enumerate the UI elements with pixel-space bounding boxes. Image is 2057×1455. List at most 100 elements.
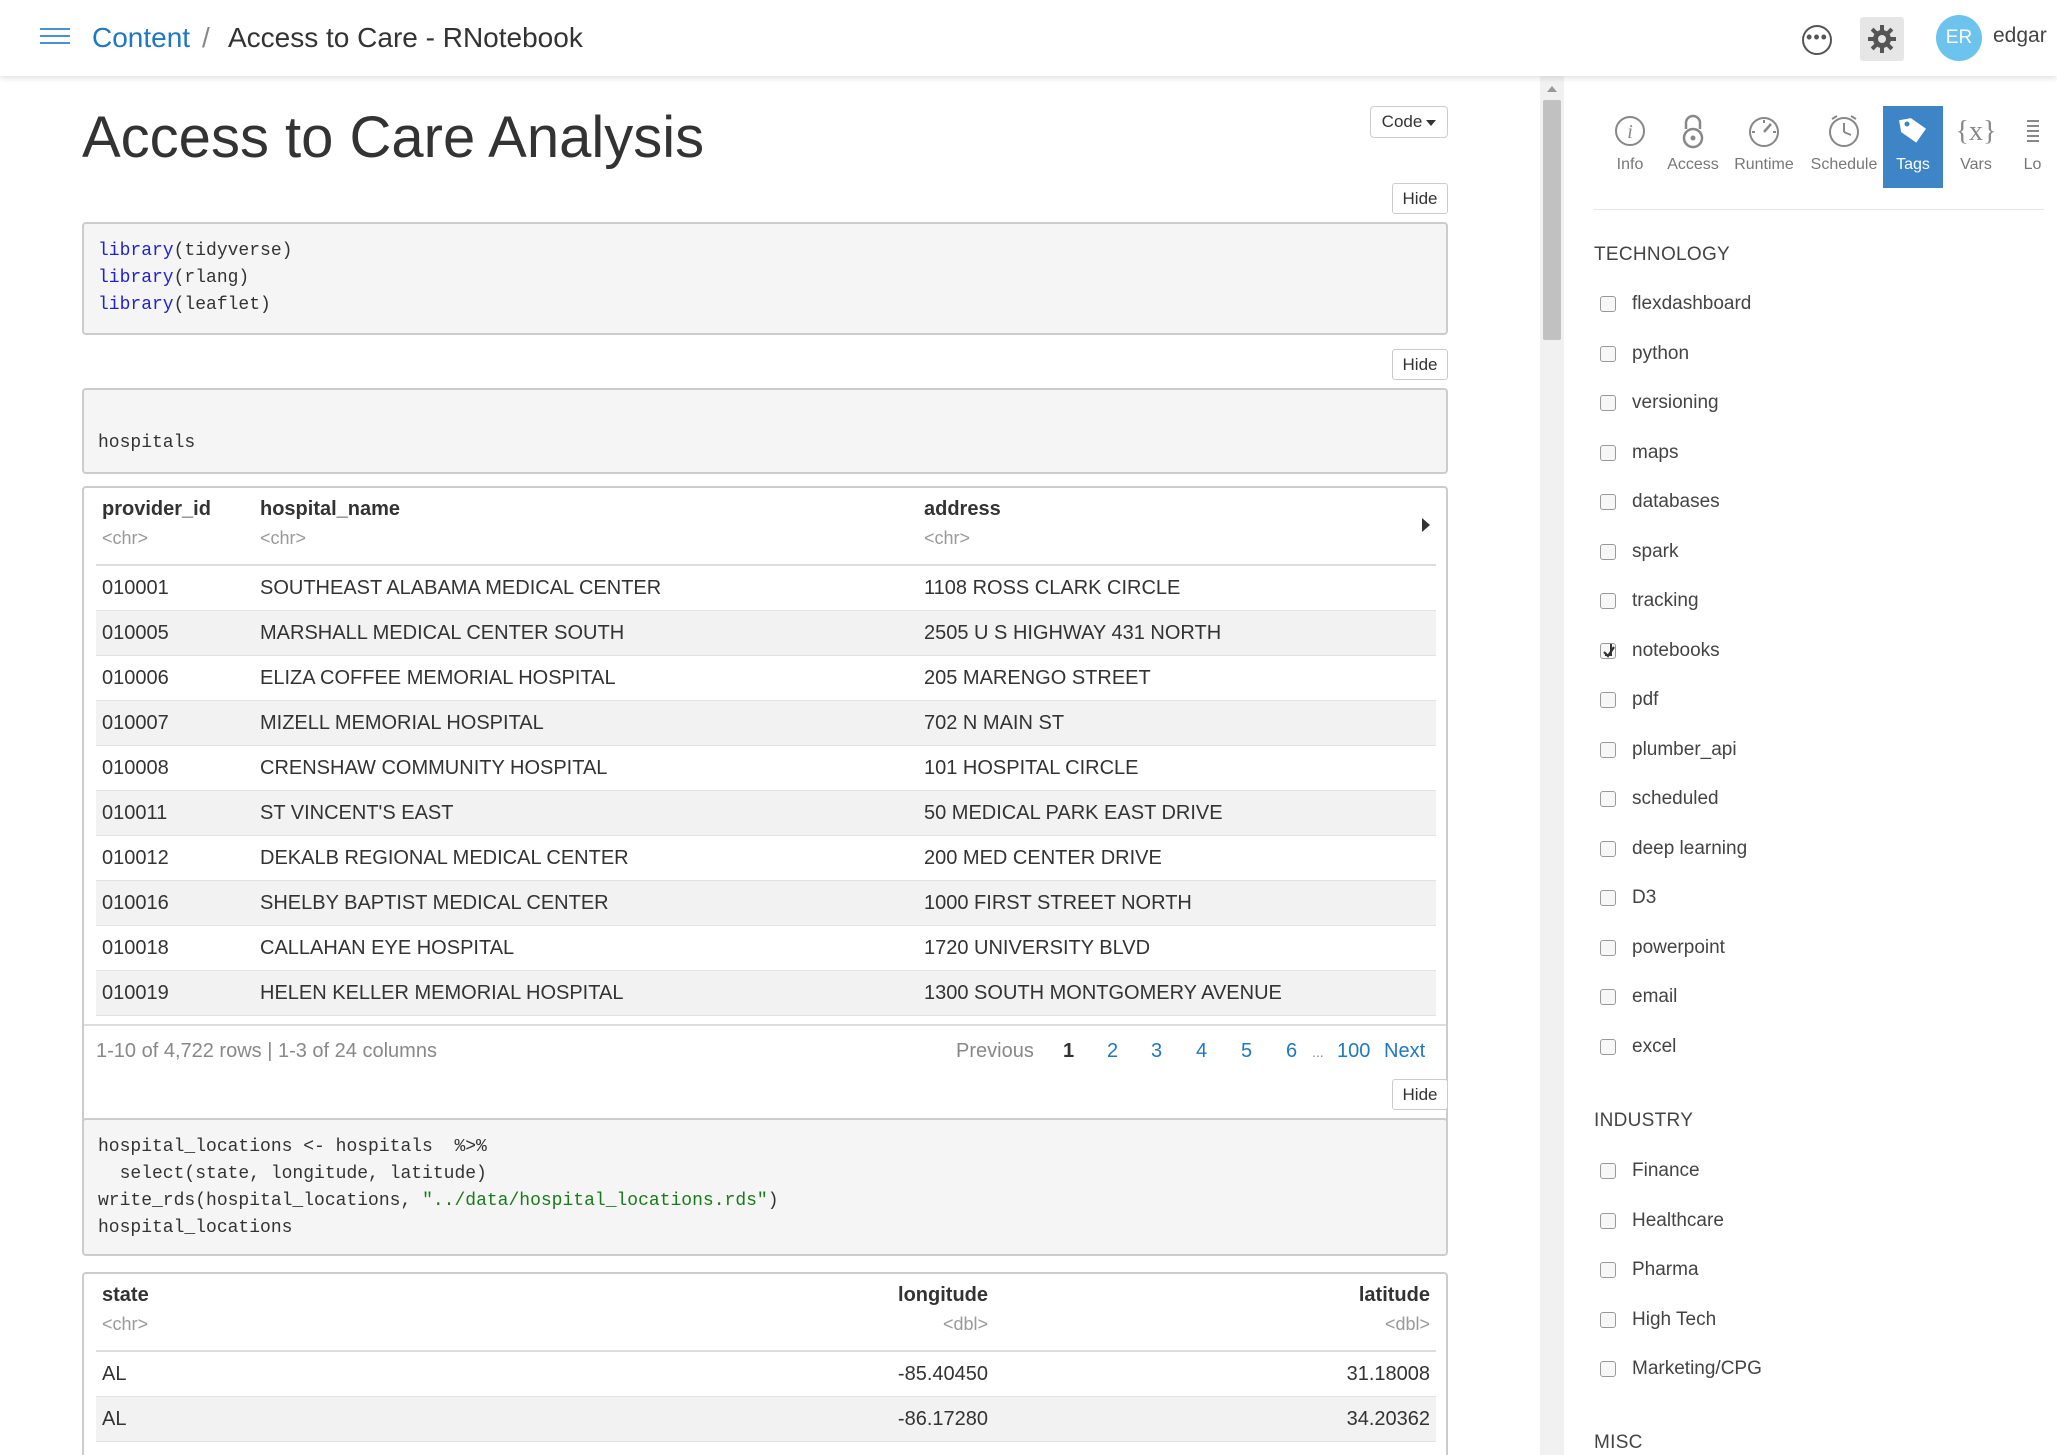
- tag-checkbox[interactable]: [1600, 593, 1616, 609]
- username[interactable]: edgar: [1993, 24, 2047, 48]
- pagination-page[interactable]: 1: [1063, 1040, 1074, 1063]
- document-scrollbar[interactable]: [1540, 76, 1564, 1455]
- tab-logs[interactable]: Lo: [2008, 106, 2057, 188]
- hide-code-button[interactable]: Hide: [1392, 349, 1448, 380]
- code-line: library(leaflet): [98, 295, 271, 315]
- tag-checkbox[interactable]: [1600, 494, 1616, 510]
- pagination-page[interactable]: 100: [1337, 1040, 1370, 1063]
- tag-checkbox[interactable]: [1600, 741, 1616, 758]
- tag-checkbox[interactable]: [1600, 642, 1616, 659]
- tag-checkbox[interactable]: [1600, 345, 1616, 362]
- code-menu-label: Code: [1381, 112, 1423, 131]
- tag-checkbox[interactable]: [1600, 1311, 1616, 1328]
- table-cell: 010005: [102, 622, 169, 644]
- table-cell: 010012: [102, 847, 169, 869]
- page-title: Access to Care - RNotebook: [228, 22, 583, 53]
- table-cell: 31.18008: [1346, 1363, 1430, 1385]
- table-row: 010006 ELIZA COFFEE MEMORIAL HOSPITAL 205 …: [96, 656, 1436, 701]
- tag-checkbox[interactable]: [1600, 890, 1616, 906]
- column-header[interactable]: longitude: [898, 1284, 988, 1307]
- table-cell: 34.20362: [1346, 1408, 1430, 1430]
- pagination-page[interactable]: 5: [1241, 1040, 1252, 1063]
- tag-checkbox[interactable]: [1600, 1361, 1616, 1377]
- column-header[interactable]: provider_id: [102, 498, 211, 521]
- more-options-icon[interactable]: •••: [1802, 25, 1832, 55]
- tag-label: spark: [1632, 540, 1679, 562]
- tab-tags[interactable]: Tags: [1883, 106, 1943, 188]
- table-row: 010007 MIZELL MEMORIAL HOSPITAL 702 N MAIN…: [96, 701, 1436, 746]
- tag-checkbox[interactable]: [1600, 1038, 1616, 1055]
- pagination-next[interactable]: Next: [1384, 1040, 1425, 1063]
- code-menu-button[interactable]: Code: [1370, 106, 1448, 138]
- tab-schedule[interactable]: Schedule: [1804, 106, 1884, 188]
- table-cell: HELEN KELLER MEMORIAL HOSPITAL: [260, 982, 624, 1004]
- menu-icon[interactable]: [40, 28, 70, 46]
- tag-label: powerpoint: [1632, 936, 1725, 958]
- tag-label: flexdashboard: [1632, 293, 1752, 314]
- table-cell: 010018: [102, 937, 169, 959]
- table-cell: 1720 UNIVERSITY BLVD: [924, 937, 1151, 959]
- tag-label: pdf: [1632, 689, 1659, 710]
- tag-checkbox[interactable]: [1600, 543, 1616, 560]
- scroll-up-arrow-icon[interactable]: [1547, 86, 1557, 92]
- tag-label: databases: [1632, 491, 1720, 512]
- column-type: <chr>: [102, 1314, 149, 1334]
- pagination-page[interactable]: 3: [1151, 1040, 1162, 1063]
- tag-checkbox[interactable]: [1600, 1262, 1616, 1278]
- settings-button[interactable]: [1860, 17, 1904, 61]
- column-header[interactable]: hospital_name: [260, 498, 400, 521]
- column-header[interactable]: state: [102, 1284, 149, 1307]
- table-header: state <chr> longitude <dbl> latitude <db…: [96, 1274, 1436, 1352]
- tag-label: plumber_api: [1632, 738, 1737, 760]
- code-line: select(state, longitude, latitude): [98, 1164, 487, 1184]
- avatar[interactable]: ER: [1936, 15, 1982, 61]
- table-cell: 010001: [102, 577, 169, 599]
- tag-checkbox[interactable]: [1600, 1212, 1616, 1229]
- tag-checkbox[interactable]: [1600, 444, 1616, 461]
- tag-checkbox[interactable]: [1600, 939, 1616, 956]
- tag-checkbox[interactable]: [1600, 1163, 1616, 1179]
- gear-icon: [1868, 25, 1896, 53]
- pagination-page[interactable]: 6: [1286, 1040, 1297, 1063]
- scrollbar-thumb[interactable]: [1543, 100, 1561, 340]
- table-cell: 010007: [102, 712, 169, 734]
- pagination-ellipsis: ...: [1312, 1044, 1324, 1060]
- table-cell: SOUTHEAST ALABAMA MEDICAL CENTER: [260, 577, 662, 599]
- tab-vars[interactable]: {x} Vars: [1948, 106, 2004, 188]
- column-header[interactable]: address: [924, 498, 1001, 521]
- table-header: provider_id <chr> hospital_name <chr> ad…: [96, 488, 1436, 566]
- tag-checkbox[interactable]: [1600, 791, 1616, 807]
- tag-checkbox[interactable]: [1600, 296, 1616, 312]
- pagination-page[interactable]: 4: [1196, 1040, 1207, 1063]
- breadcrumb-content-link[interactable]: Content: [92, 20, 190, 56]
- tab-runtime[interactable]: Runtime: [1726, 106, 1802, 188]
- tag-checkbox[interactable]: [1600, 395, 1616, 411]
- tab-access[interactable]: Access: [1662, 106, 1724, 188]
- info-icon: i: [1615, 116, 1645, 146]
- table-cell: 702 N MAIN ST: [924, 712, 1065, 734]
- table-cell: MARSHALL MEDICAL CENTER SOUTH: [260, 622, 625, 644]
- table-cell: DEKALB REGIONAL MEDICAL CENTER: [260, 847, 629, 869]
- tab-info[interactable]: i Info: [1602, 106, 1658, 188]
- column-type: <dbl>: [1384, 1314, 1430, 1334]
- table-cell: 50 MEDICAL PARK EAST DRIVE: [924, 802, 1223, 824]
- tag-checkbox[interactable]: [1600, 840, 1616, 857]
- pagination-previous[interactable]: Previous: [956, 1040, 1034, 1063]
- notebook-document: Access to Care Analysis Code Hide librar…: [0, 76, 1540, 1455]
- tag-label: maps: [1632, 441, 1679, 463]
- hide-code-button[interactable]: Hide: [1392, 1079, 1448, 1110]
- tag-label: versioning: [1632, 392, 1719, 413]
- variables-icon: {x}: [1956, 116, 1996, 147]
- table-cell: 1000 FIRST STREET NORTH: [924, 892, 1192, 914]
- tag-label: scheduled: [1632, 788, 1719, 809]
- tag-label: D3: [1632, 887, 1657, 908]
- tag-checkbox[interactable]: [1600, 989, 1616, 1005]
- pagination-page[interactable]: 2: [1107, 1040, 1118, 1063]
- tag-checkbox[interactable]: [1600, 692, 1616, 708]
- column-header[interactable]: latitude: [1359, 1284, 1430, 1307]
- next-columns-arrow-icon[interactable]: [1422, 518, 1430, 532]
- table-cell: -85.40450: [897, 1363, 988, 1385]
- table-cell: AL: [102, 1408, 127, 1430]
- hide-code-button[interactable]: Hide: [1392, 183, 1448, 214]
- caret-down-icon: [1426, 119, 1437, 126]
